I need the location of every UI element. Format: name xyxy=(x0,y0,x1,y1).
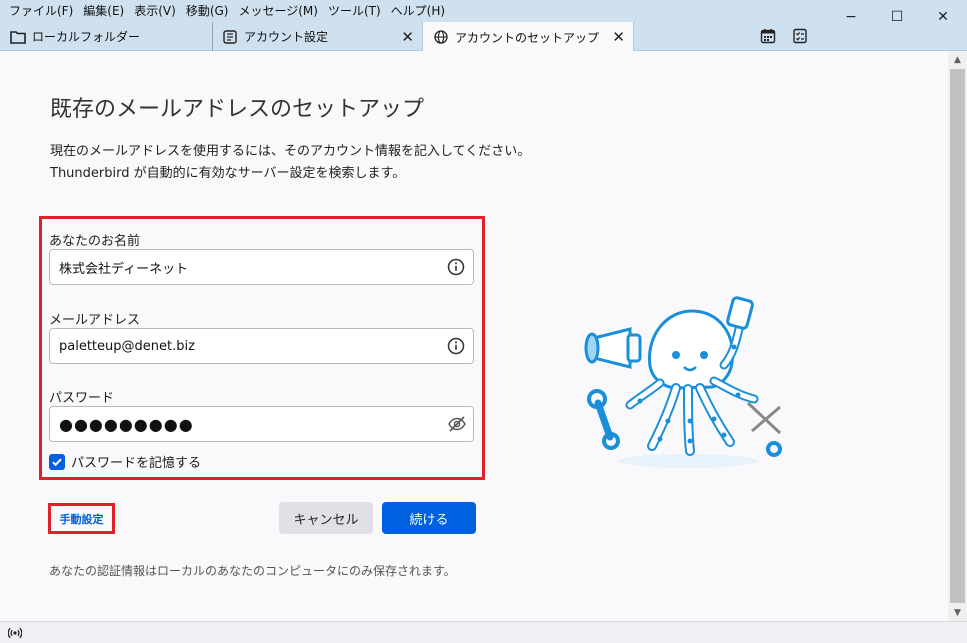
remember-password-checkbox[interactable] xyxy=(49,453,65,470)
scroll-up-arrow-icon[interactable]: ▲ xyxy=(948,51,967,68)
vertical-scrollbar[interactable]: ▲ ▼ xyxy=(948,51,967,621)
menu-file[interactable]: ファイル(F) xyxy=(4,0,78,22)
tab-label: アカウント設定 xyxy=(244,30,329,44)
menu-go[interactable]: 移動(G) xyxy=(181,0,234,22)
settings-page-icon xyxy=(222,29,238,45)
tab-label: ローカルフォルダー xyxy=(32,30,141,44)
tab-account-settings[interactable]: アカウント設定 ✕ xyxy=(214,22,422,51)
manual-config-highlight: 手動設定 xyxy=(48,503,115,534)
menu-bar: ファイル(F) 編集(E) 表示(V) 移動(G) メッセージ(M) ツール(T… xyxy=(0,0,450,22)
email-input[interactable]: paletteup@denet.biz xyxy=(49,328,474,364)
menu-tools[interactable]: ツール(T) xyxy=(323,0,386,22)
password-label: パスワード xyxy=(49,391,115,406)
hide-password-icon[interactable] xyxy=(447,415,466,433)
menu-help[interactable]: ヘルプ(H) xyxy=(386,0,450,22)
tab-bar: ローカルフォルダー アカウント設定 ✕ アカウントのセットアップ ✕ xyxy=(0,22,967,52)
name-label: あなたのお名前 xyxy=(49,234,141,249)
folder-icon xyxy=(10,29,26,45)
tasks-icon[interactable] xyxy=(792,28,808,44)
remember-password-label: パスワードを記憶する xyxy=(71,456,202,471)
info-icon[interactable] xyxy=(447,337,465,355)
online-status-icon[interactable] xyxy=(7,626,23,640)
description-line-1: 現在のメールアドレスを使用するには、そのアカウント情報を記入してください。 xyxy=(50,144,531,159)
password-mask: ●●●●●●●●● xyxy=(59,414,194,434)
page-title: 既存のメールアドレスのセットアップ xyxy=(50,97,425,122)
cancel-button[interactable]: キャンセル xyxy=(279,502,373,534)
menu-edit[interactable]: 編集(E) xyxy=(78,0,129,22)
octopus-mascot-illustration xyxy=(580,291,790,471)
info-icon[interactable] xyxy=(447,258,465,276)
manual-config-link[interactable]: 手動設定 xyxy=(60,511,104,527)
description-line-2: Thunderbird が自動的に有効なサーバー設定を検索します。 xyxy=(50,166,406,181)
close-tab-icon[interactable]: ✕ xyxy=(612,28,625,46)
continue-button[interactable]: 続ける xyxy=(382,502,476,534)
menu-message[interactable]: メッセージ(M) xyxy=(233,0,322,22)
scroll-thumb[interactable] xyxy=(950,69,965,603)
email-value: paletteup@denet.biz xyxy=(59,338,195,354)
privacy-note: あなたの認証情報はローカルのあなたのコンピュータにのみ保存されます。 xyxy=(49,564,456,578)
globe-icon xyxy=(433,29,449,45)
name-value: 株式会社ディーネット xyxy=(59,261,189,277)
tab-local-folders[interactable]: ローカルフォルダー xyxy=(0,22,213,51)
remember-password[interactable]: パスワードを記憶する xyxy=(49,452,201,471)
menu-view[interactable]: 表示(V) xyxy=(129,0,181,22)
name-input[interactable]: 株式会社ディーネット xyxy=(49,249,474,285)
scroll-down-arrow-icon[interactable]: ▼ xyxy=(948,604,967,621)
account-setup-page: 既存のメールアドレスのセットアップ 現在のメールアドレスを使用するには、そのアカ… xyxy=(0,51,948,621)
tab-account-setup[interactable]: アカウントのセットアップ ✕ xyxy=(422,22,634,52)
calendar-icon[interactable] xyxy=(760,28,776,44)
status-bar xyxy=(0,621,967,643)
title-bar: ファイル(F) 編集(E) 表示(V) 移動(G) メッセージ(M) ツール(T… xyxy=(0,0,967,22)
email-label: メールアドレス xyxy=(49,313,141,328)
close-tab-icon[interactable]: ✕ xyxy=(401,28,414,46)
tab-label: アカウントのセットアップ xyxy=(455,30,600,45)
password-input[interactable]: ●●●●●●●●● xyxy=(49,406,474,442)
